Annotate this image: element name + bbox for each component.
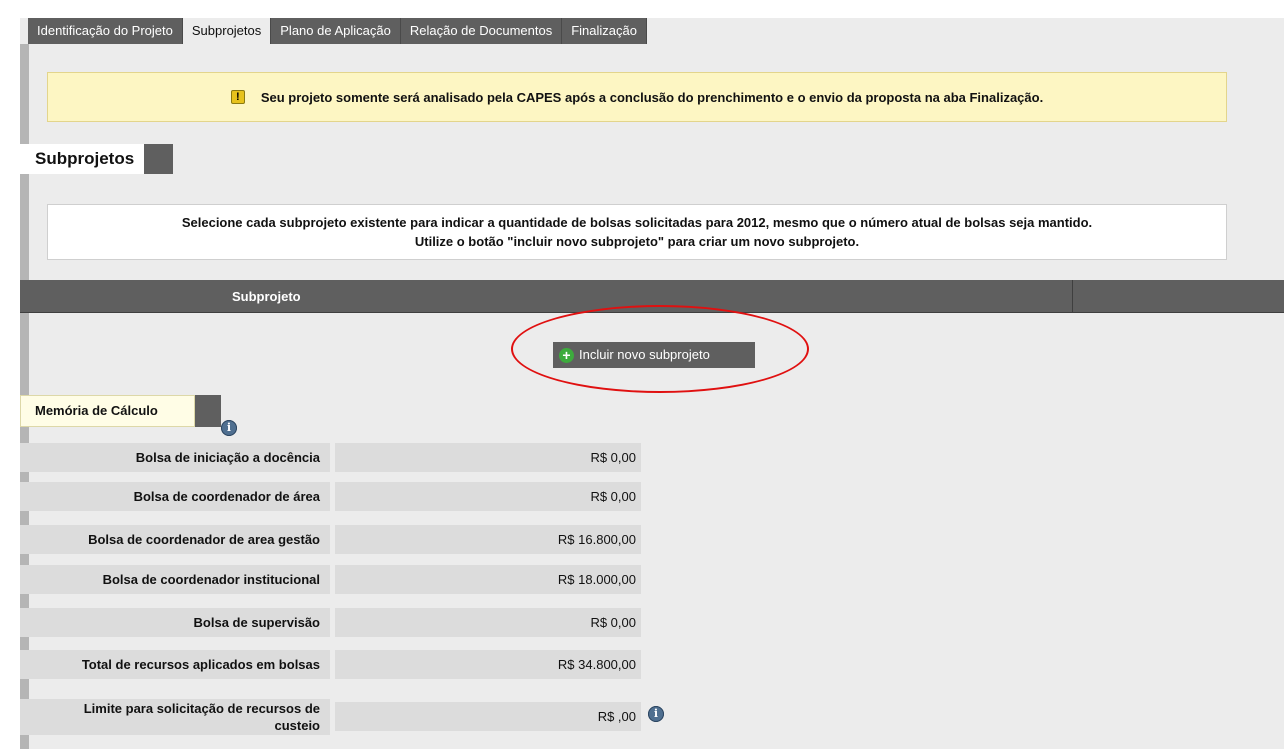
instructions-line1: Selecione cada subprojeto existente para… xyxy=(181,215,1093,230)
info-icon[interactable]: i xyxy=(648,706,664,722)
tab-subprojetos[interactable]: Subprojetos xyxy=(182,18,272,44)
limit-label-line2: custeio xyxy=(274,718,320,733)
info-icon[interactable]: i xyxy=(221,420,237,436)
memoria-row-label: Limite para solicitação de recursos de c… xyxy=(20,699,330,735)
instructions-line2: Utilize o botão "incluir novo subprojeto… xyxy=(414,234,860,249)
memoria-title-bar xyxy=(195,395,221,427)
memoria-row-label: Bolsa de coordenador institucional xyxy=(20,565,330,594)
tab-finalizacao[interactable]: Finalização xyxy=(562,18,647,44)
memoria-title: Memória de Cálculo xyxy=(20,395,221,427)
memoria-title-label: Memória de Cálculo xyxy=(20,395,195,427)
warning-alert: ! Seu projeto somente será analisado pel… xyxy=(47,72,1227,122)
alert-text: Seu projeto somente será analisado pela … xyxy=(260,89,1044,105)
content-frame xyxy=(20,18,1284,749)
add-subproject-button[interactable]: + Incluir novo subprojeto xyxy=(553,342,755,368)
plus-icon: + xyxy=(559,347,574,363)
tab-identificacao[interactable]: Identificação do Projeto xyxy=(28,18,183,44)
memoria-row-label: Bolsa de supervisão xyxy=(20,608,330,637)
memoria-row-value: R$ 34.800,00 xyxy=(335,650,641,679)
column-divider xyxy=(1072,280,1073,313)
memoria-row-value: R$ 0,00 xyxy=(335,482,641,511)
subprojects-table-header: Subprojeto xyxy=(20,280,1284,313)
add-subproject-label: Incluir novo subprojeto xyxy=(579,347,710,362)
section-title-label: Subprojetos xyxy=(20,144,144,174)
memoria-row-value: R$ 16.800,00 xyxy=(335,525,641,554)
tab-bar: Identificação do Projeto Subprojetos Pla… xyxy=(28,18,647,44)
memoria-row-value: R$ 0,00 xyxy=(335,608,641,637)
column-header-subprojeto: Subprojeto xyxy=(232,289,301,304)
section-title: Subprojetos xyxy=(20,144,173,174)
tab-relacao-documentos[interactable]: Relação de Documentos xyxy=(400,18,563,44)
section-title-bar xyxy=(144,144,173,174)
memoria-row-label: Bolsa de iniciação a docência xyxy=(20,443,330,472)
memoria-row-value: R$ 0,00 xyxy=(335,443,641,472)
warning-icon: ! xyxy=(230,90,245,104)
memoria-row-label: Bolsa de coordenador de área xyxy=(20,482,330,511)
limit-label-line1: Limite para solicitação de recursos de xyxy=(83,701,320,716)
memoria-row-value: R$ 18.000,00 xyxy=(335,565,641,594)
memoria-row-label: Bolsa de coordenador de area gestão xyxy=(20,525,330,554)
memoria-row-value: R$ ,00 xyxy=(335,702,641,731)
memoria-row-label: Total de recursos aplicados em bolsas xyxy=(20,650,330,679)
tab-plano-aplicacao[interactable]: Plano de Aplicação xyxy=(271,18,401,44)
instructions-box: Selecione cada subprojeto existente para… xyxy=(47,204,1227,260)
